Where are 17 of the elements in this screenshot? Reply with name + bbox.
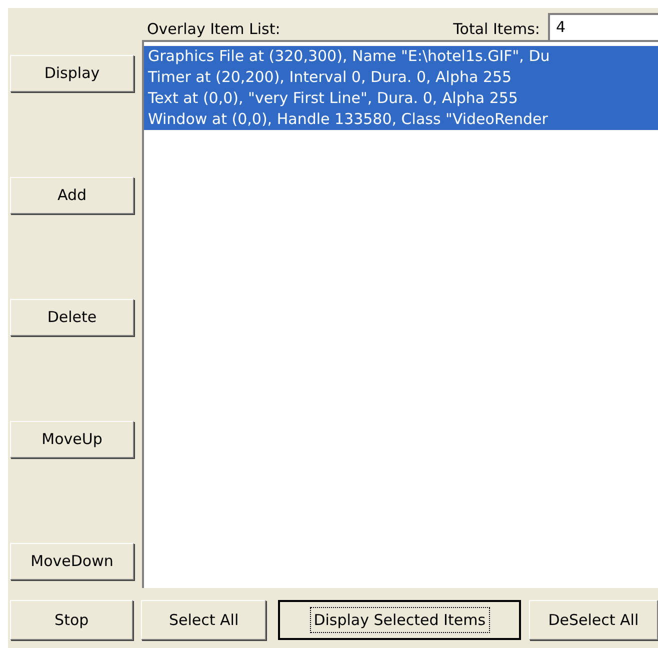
side-button[interactable]: Add (10, 176, 134, 214)
action-button[interactable]: Select All (141, 600, 266, 640)
action-button[interactable]: Stop (10, 600, 134, 640)
list-item[interactable]: Text at (0,0), "very First Line", Dura. 0, Alpha 255 (144, 88, 658, 109)
side-button[interactable]: Display (10, 54, 134, 92)
list-item[interactable]: Timer at (20,200), Interval 0, Dura. 0, Alpha 255 (144, 66, 658, 88)
side-button[interactable]: Delete (10, 298, 134, 336)
action-button[interactable]: DeSelect All (528, 600, 658, 640)
side-button[interactable]: MoveDown (10, 542, 134, 580)
action-button[interactable]: Display Selected Items (278, 600, 521, 640)
total-items-label: Total Items: (453, 20, 540, 38)
list-item[interactable]: Graphics File at (320,300), Name "E:\hotel1s.GIF", Du (144, 46, 658, 67)
list-item[interactable]: Window at (0,0), Handle 133580, Class "VideoRender (144, 108, 658, 130)
total-items-field[interactable]: 4 (548, 12, 658, 40)
list-label: Overlay Item List: (147, 20, 280, 38)
side-button[interactable]: MoveUp (10, 420, 134, 458)
overlay-item-list[interactable] (142, 40, 658, 588)
